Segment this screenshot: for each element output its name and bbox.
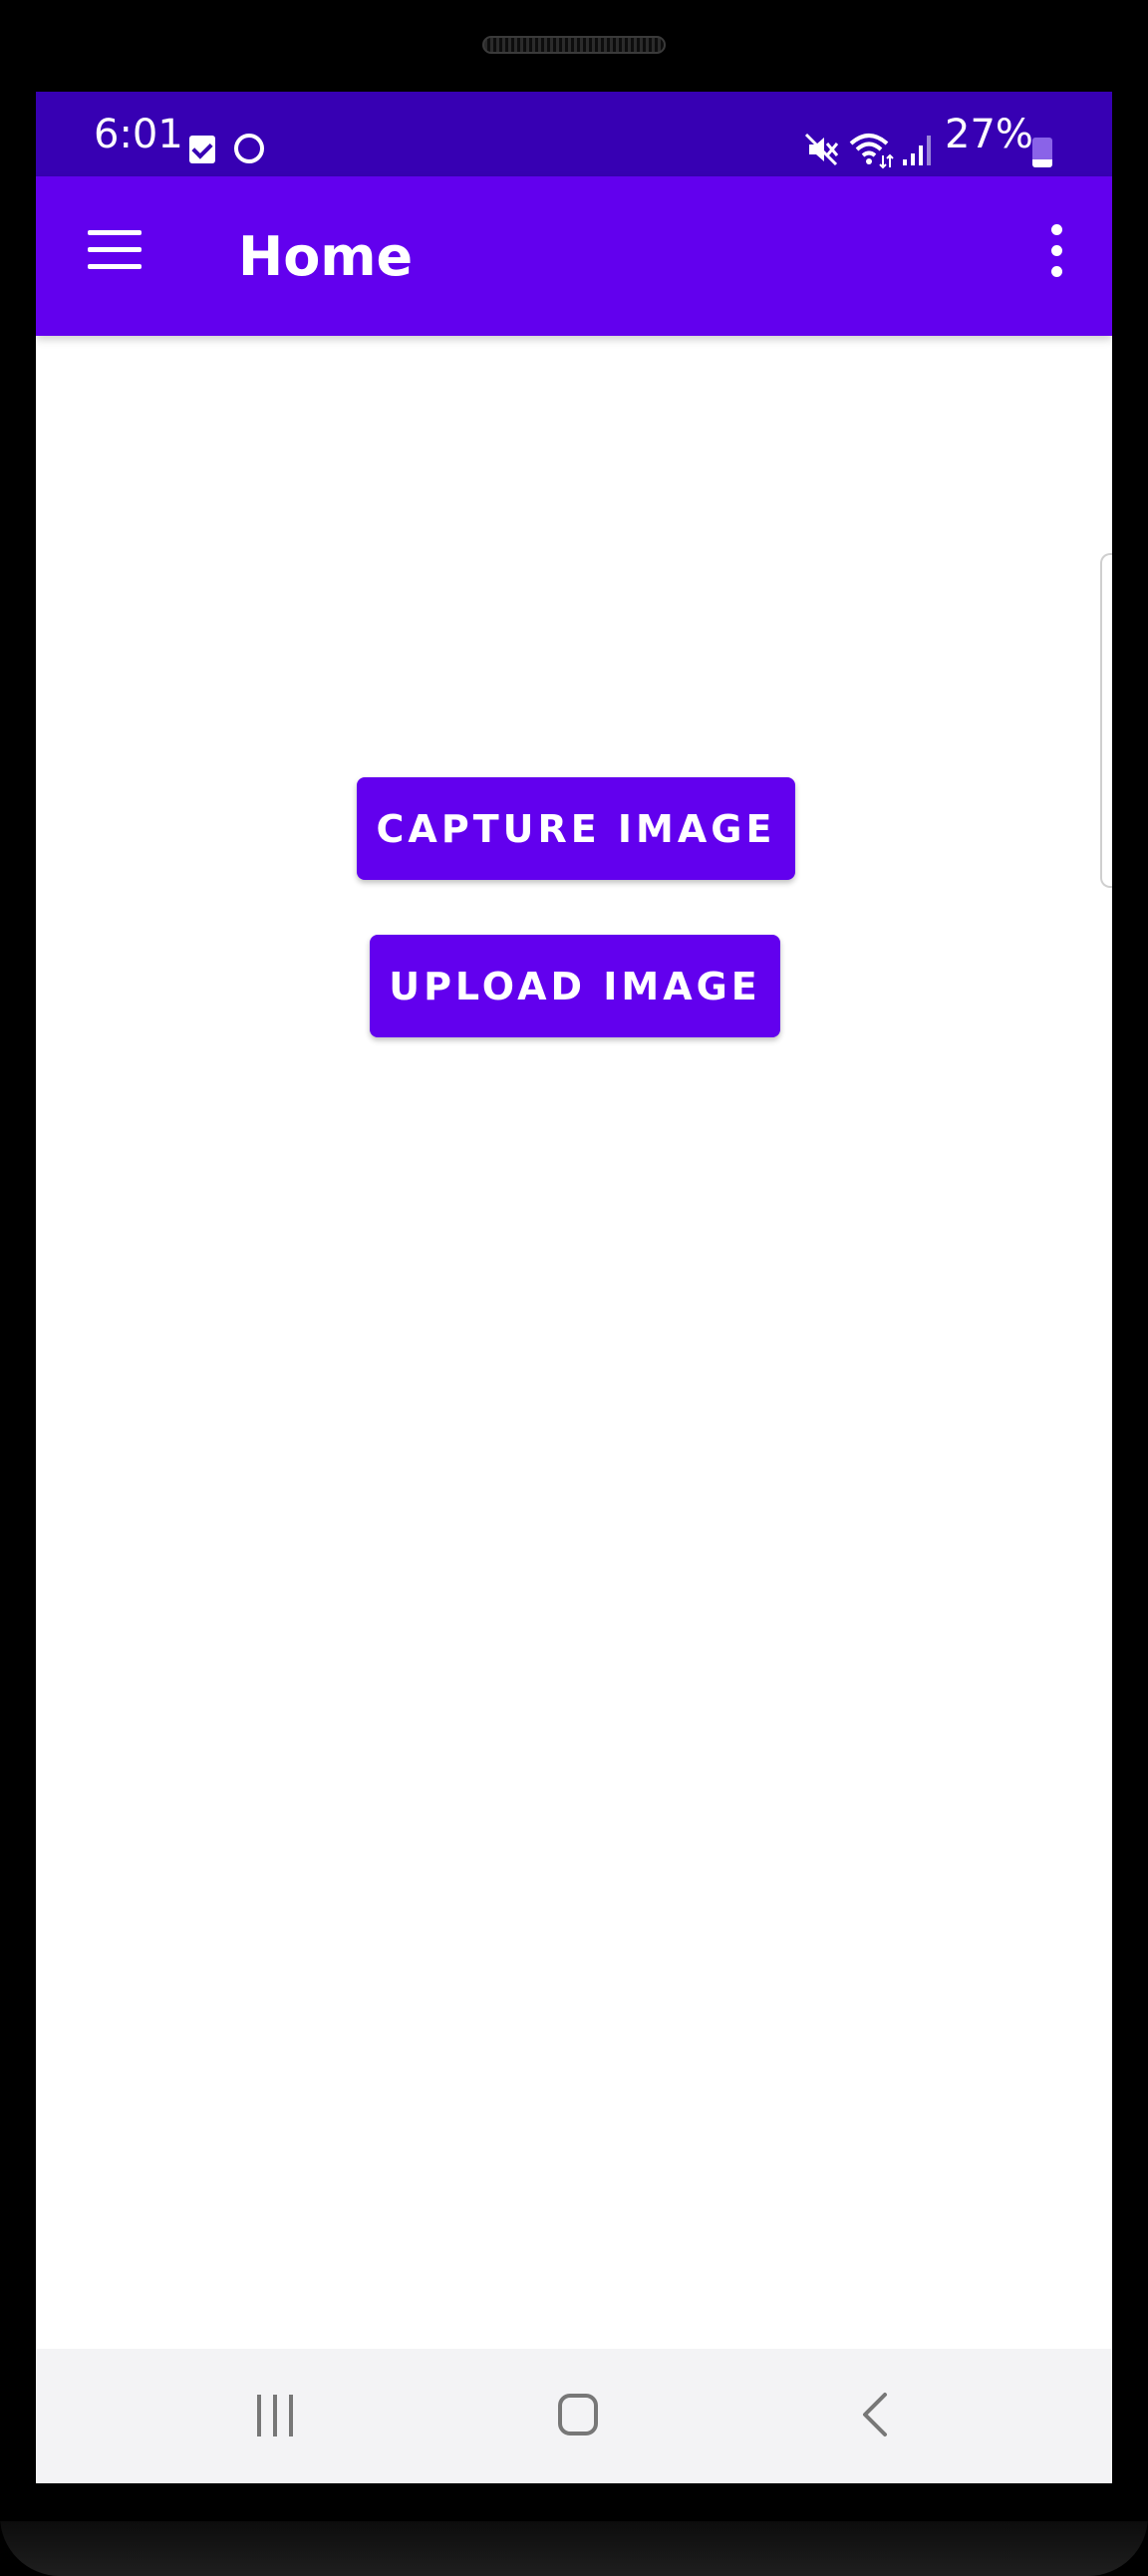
phone-frame: 6:01 27% Home CAPTURE IMAGE UPLOAD IMAGE (0, 0, 1148, 2576)
status-time: 6:01 (94, 112, 183, 157)
overflow-menu-icon[interactable] (1046, 224, 1066, 280)
page-title: Home (238, 225, 414, 288)
phone-bottom-bezel (0, 2521, 1148, 2576)
signal-icon (903, 136, 931, 165)
battery-icon (1032, 138, 1052, 167)
wifi-icon (849, 134, 894, 169)
speaker-grille (482, 36, 666, 54)
app-bar: Home (36, 176, 1112, 336)
checkbox-notification-icon (189, 136, 215, 163)
edge-panel-handle[interactable] (1100, 553, 1112, 888)
upload-image-button[interactable]: UPLOAD IMAGE (370, 935, 780, 1037)
cat-notification-icon (234, 134, 264, 163)
capture-image-button[interactable]: CAPTURE IMAGE (357, 777, 795, 880)
battery-percent: 27% (945, 112, 1033, 157)
recents-icon[interactable] (255, 2395, 297, 2436)
back-icon[interactable] (859, 2391, 891, 2438)
navigation-bar (36, 2349, 1112, 2483)
menu-icon[interactable] (88, 230, 142, 270)
mute-icon (804, 133, 839, 166)
screen: 6:01 27% Home CAPTURE IMAGE UPLOAD IMAGE (36, 92, 1112, 2483)
status-bar: 6:01 27% (36, 92, 1112, 176)
battery-fill (1032, 158, 1052, 167)
home-icon[interactable] (558, 2394, 598, 2435)
